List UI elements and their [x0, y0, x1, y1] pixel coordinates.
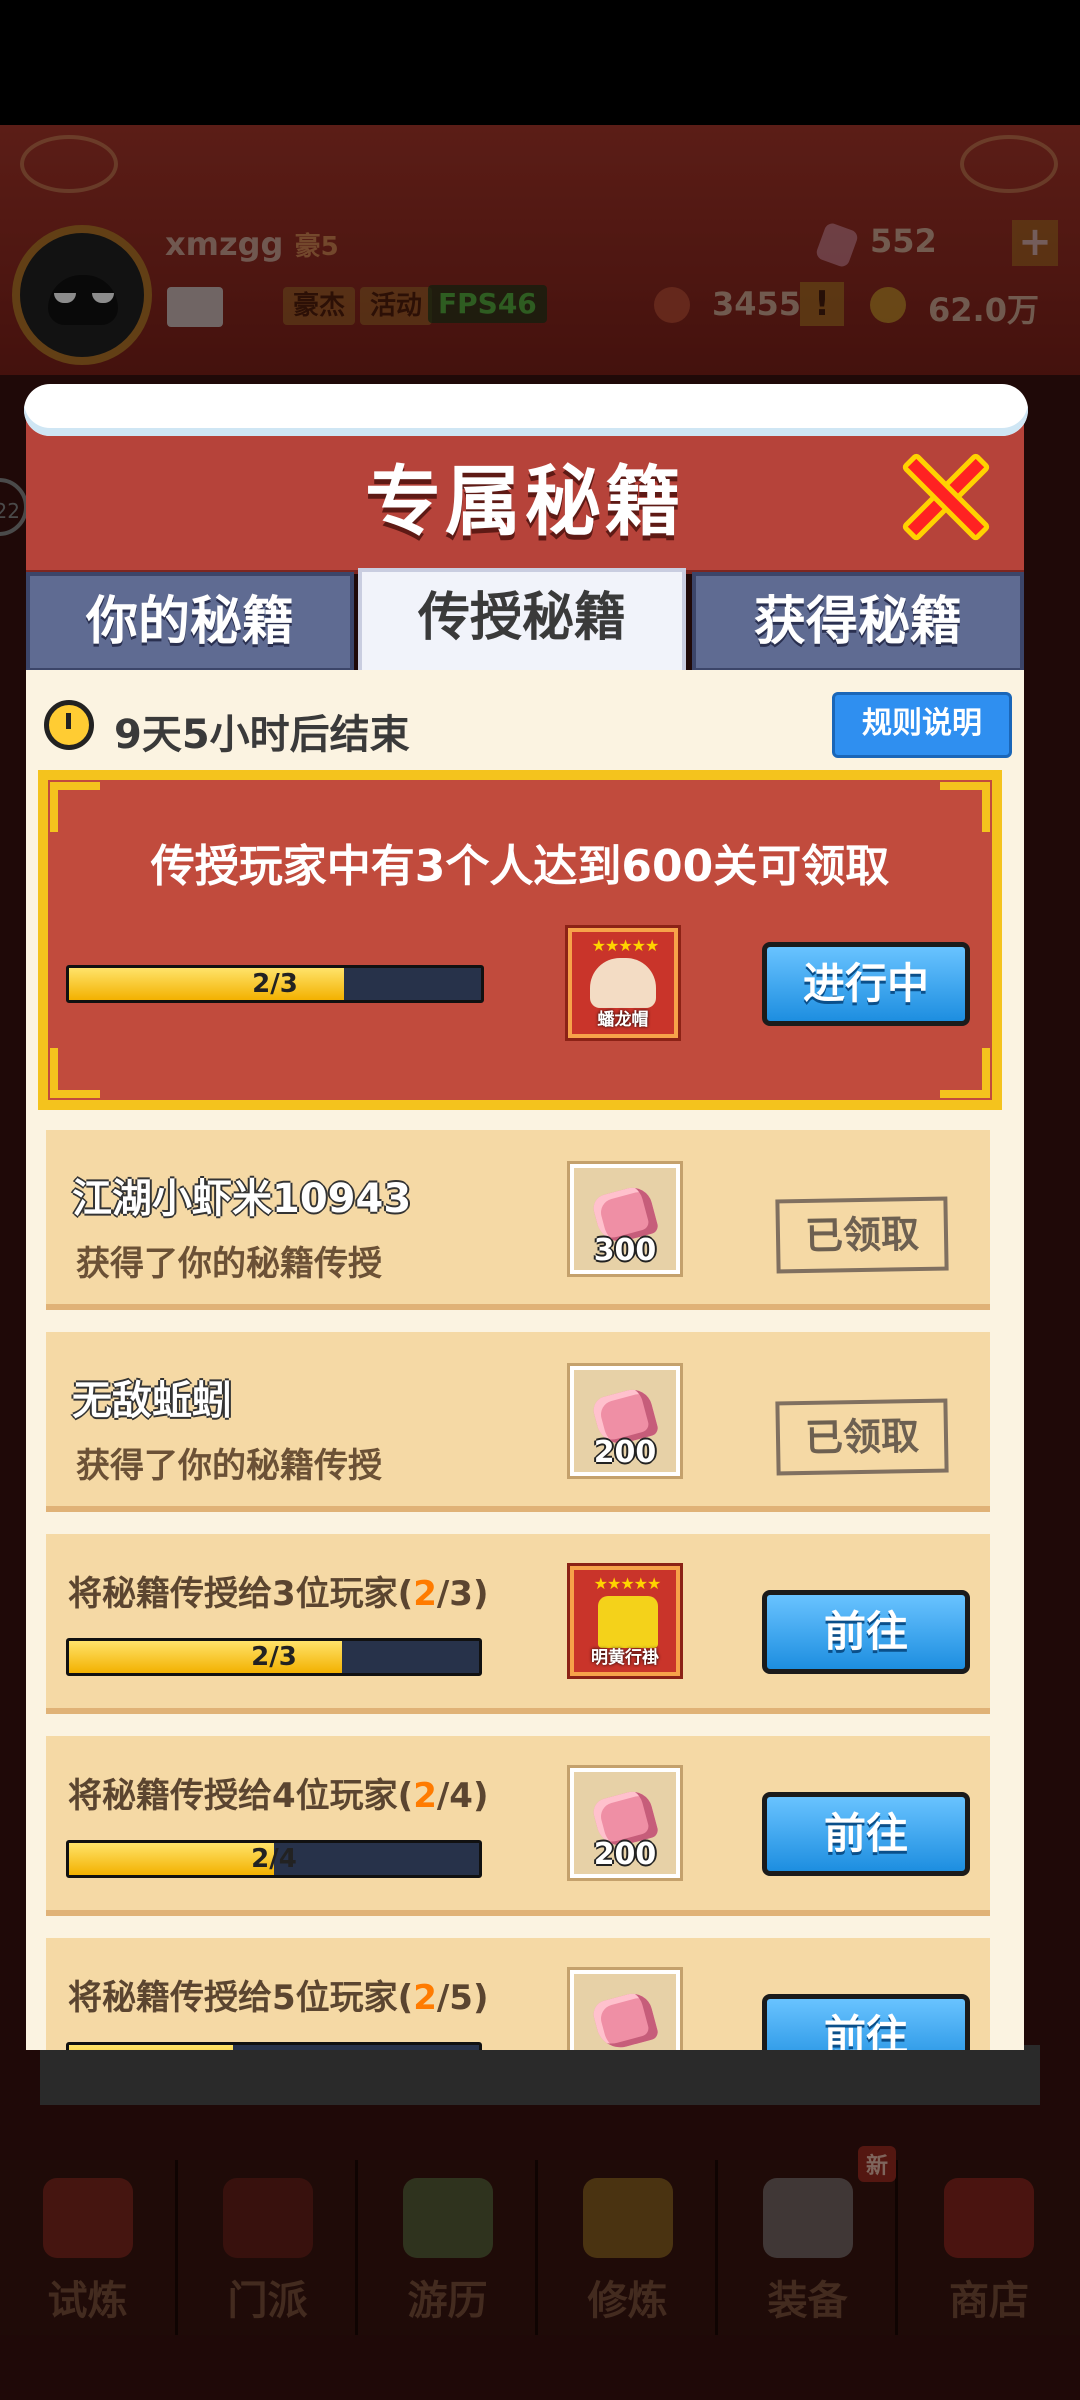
- reward-stars: ★★★★★: [593, 1574, 662, 1593]
- reward-item-gem[interactable]: 200: [567, 1765, 683, 1881]
- clock-hand: [66, 713, 71, 729]
- reward-item-dragon-hat[interactable]: ★★★★★ 蟠龙帽: [565, 925, 681, 1041]
- tab-gained-secrets[interactable]: 获得秘籍: [692, 572, 1024, 672]
- task-progress: 2/4: [66, 1840, 482, 1878]
- snow-decoration: [24, 384, 1028, 436]
- reward-count: 300: [593, 1233, 657, 1268]
- reward-item-gem[interactable]: 200: [567, 1363, 683, 1479]
- go-button[interactable]: 前往: [762, 1590, 970, 1674]
- progress-label: 2/3: [252, 969, 298, 999]
- countdown-text: 9天5小时后结束: [114, 712, 410, 758]
- main-task-progress: 2/3: [66, 965, 484, 1003]
- task-title: 将秘籍传授给3位玩家(2/3): [68, 1574, 489, 1614]
- clock-icon: [44, 700, 94, 750]
- tab-teach-secrets[interactable]: 传授秘籍: [358, 568, 686, 674]
- frame-corner: [50, 1048, 100, 1098]
- reward-caption: 蟠龙帽: [597, 1010, 649, 1030]
- task-title: 将秘籍传授给4位玩家(2/4): [68, 1776, 489, 1816]
- task-progress: 2/3: [66, 1638, 482, 1676]
- reward-item-gem[interactable]: [567, 1967, 683, 2050]
- row-description: 获得了你的秘籍传授: [76, 1244, 382, 1284]
- frame-corner: [50, 782, 100, 832]
- dragon-hat-icon: [590, 958, 656, 1008]
- main-task-text: 传授玩家中有3个人达到600关可领取: [150, 841, 890, 892]
- list-clip: 将秘籍传授给5位玩家(2/5) 前往: [26, 1938, 1024, 2050]
- reward-count: 200: [593, 1837, 657, 1872]
- progress-fill: [69, 2045, 233, 2050]
- row-description: 获得了你的秘籍传授: [76, 1446, 382, 1486]
- reward-item-gem[interactable]: 300: [567, 1161, 683, 1277]
- reward-item-robe[interactable]: ★★★★★ 明黄行褂: [567, 1563, 683, 1679]
- claimed-stamp: 已领取: [775, 1196, 949, 1274]
- reward-caption: 明黄行褂: [591, 1648, 659, 1668]
- player-name-text: 无敌蚯蚓: [72, 1378, 232, 1424]
- in-progress-button[interactable]: 进行中: [762, 942, 970, 1026]
- progress-label: 2/3: [251, 1642, 297, 1672]
- task-title: 将秘籍传授给5位玩家(2/5): [68, 1978, 489, 2018]
- modal-shadow: [40, 2045, 1040, 2105]
- reward-stars: ★★★★★: [591, 936, 660, 955]
- frame-corner: [940, 782, 990, 832]
- player-name-text: 江湖小虾米10943: [72, 1176, 412, 1222]
- frame-corner: [940, 1048, 990, 1098]
- main-task-card: [38, 770, 1002, 1110]
- progress-label: 2/4: [251, 1844, 297, 1874]
- go-button[interactable]: 前往: [762, 1792, 970, 1876]
- claimed-stamp: 已领取: [775, 1398, 949, 1476]
- gem-icon: [590, 1989, 660, 2050]
- task-progress: [66, 2042, 482, 2050]
- robe-icon: [598, 1596, 658, 1648]
- tab-my-secrets[interactable]: 你的秘籍: [26, 572, 354, 672]
- go-button[interactable]: 前往: [762, 1994, 970, 2050]
- close-button[interactable]: [898, 450, 992, 544]
- reward-count: 200: [593, 1435, 657, 1470]
- modal-title: 专属秘籍: [365, 457, 685, 546]
- rules-button[interactable]: 规则说明: [832, 692, 1012, 758]
